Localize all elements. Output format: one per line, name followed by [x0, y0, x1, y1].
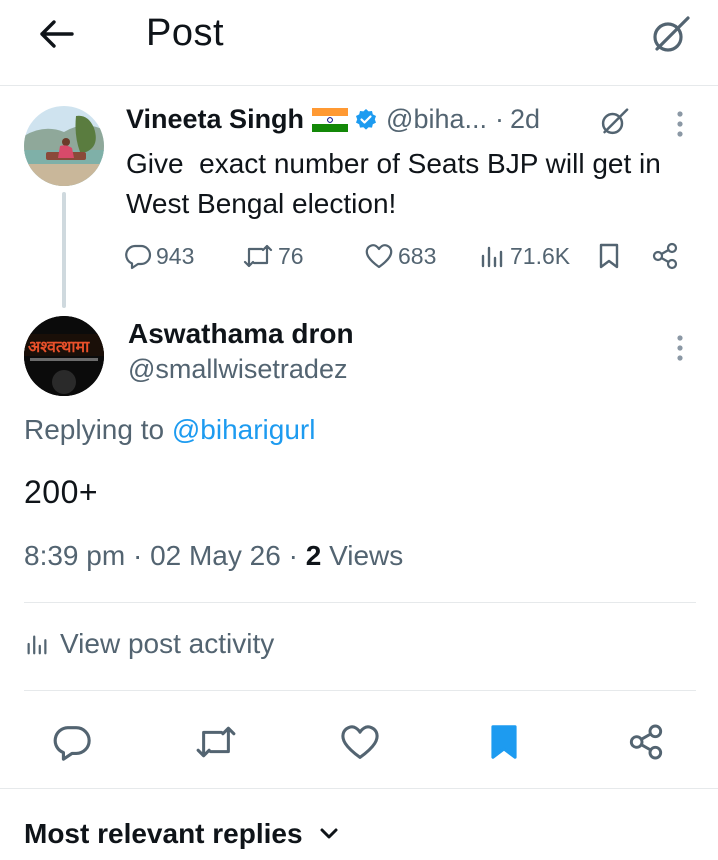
- reply-icon: [125, 244, 152, 270]
- avatar[interactable]: अश्वत्थामा: [24, 316, 104, 396]
- repost-icon: [243, 244, 273, 268]
- share-action[interactable]: [650, 236, 680, 276]
- separator-dot: ·: [132, 540, 151, 571]
- repost-button[interactable]: [190, 716, 242, 768]
- replying-to-link[interactable]: @biharigurl: [172, 414, 316, 445]
- more-button[interactable]: [670, 330, 690, 366]
- more-button[interactable]: [670, 106, 690, 142]
- divider: [0, 788, 718, 789]
- share-button[interactable]: [620, 716, 672, 768]
- top-bar: [0, 0, 718, 86]
- view-post-activity-label: View post activity: [60, 628, 275, 659]
- verified-badge-icon: [354, 108, 378, 132]
- like-action[interactable]: 683: [364, 236, 436, 276]
- avatar[interactable]: [24, 106, 104, 186]
- grok-button[interactable]: [644, 10, 696, 60]
- avatar-image: [24, 106, 104, 186]
- divider: [24, 602, 696, 603]
- grok-button[interactable]: [596, 105, 632, 139]
- repost-count: 76: [278, 242, 304, 269]
- post-time[interactable]: 8:39 pm: [24, 540, 125, 571]
- bookmark-button[interactable]: [478, 716, 530, 768]
- post-date[interactable]: 02 May 26: [150, 540, 281, 571]
- author-handle[interactable]: @smallwisetradez: [128, 354, 347, 385]
- views-icon: [27, 635, 47, 655]
- grok-icon: [653, 16, 690, 52]
- heart-icon: [365, 244, 393, 269]
- views-icon: [481, 246, 503, 268]
- views-label: Views: [329, 540, 404, 571]
- author-name[interactable]: Aswathama dron: [128, 318, 354, 350]
- chevron-down-icon: [319, 827, 339, 841]
- reply-action[interactable]: 943: [124, 236, 194, 276]
- repost-icon: [196, 726, 236, 758]
- like-count: 683: [398, 242, 437, 269]
- avatar-image: अश्वत्थामा: [24, 316, 104, 396]
- bookmark-icon: [599, 243, 619, 269]
- reply-post-actions: [0, 712, 718, 772]
- page-title: Post: [146, 12, 225, 54]
- repost-action[interactable]: 76: [242, 236, 304, 276]
- post-metadata: 8:39 pm · 02 May 26 · 2 Views: [24, 540, 403, 572]
- separator-dot: ·: [288, 540, 306, 571]
- back-button[interactable]: [30, 14, 82, 54]
- author-name[interactable]: Vineeta Singh: [126, 104, 304, 135]
- separator-dot: ·: [495, 104, 505, 134]
- views-count: 2: [305, 540, 322, 571]
- share-icon: [629, 724, 663, 760]
- replies-sort-dropdown[interactable]: Most relevant replies: [24, 818, 339, 850]
- author-handle[interactable]: @biha...: [386, 104, 487, 135]
- parent-post-header: Vineeta Singh @biha... · 2d: [126, 104, 540, 135]
- thread-line: [62, 192, 66, 308]
- arrow-left-icon: [40, 20, 74, 48]
- parent-post-text: Give exact number of Seats BJP will get …: [126, 148, 669, 219]
- reply-post-text: 200+: [24, 474, 99, 510]
- reply-icon: [53, 726, 91, 761]
- india-flag-icon: [312, 107, 349, 132]
- bookmark-icon: [491, 725, 517, 759]
- view-post-activity[interactable]: View post activity: [24, 628, 274, 660]
- replying-to: Replying to @biharigurl: [24, 414, 315, 446]
- like-button[interactable]: [334, 716, 386, 768]
- bookmark-action[interactable]: [596, 236, 622, 276]
- parent-post-actions: 943 76 683 71.6K: [124, 236, 692, 276]
- reply-count: 943: [156, 242, 195, 269]
- divider: [24, 690, 696, 691]
- more-vertical-icon: [677, 335, 683, 361]
- grok-icon: [601, 108, 629, 135]
- post-time[interactable]: 2d: [510, 104, 540, 135]
- replying-to-prefix: Replying to: [24, 414, 172, 445]
- share-icon: [652, 242, 678, 270]
- views-action[interactable]: 71.6K: [478, 236, 570, 276]
- heart-icon: [341, 725, 379, 759]
- svg-text:अश्वत्थामा: अश्वत्थामा: [28, 337, 90, 356]
- reply-button[interactable]: [46, 716, 98, 768]
- view-count: 71.6K: [510, 242, 571, 269]
- replies-sort-label: Most relevant replies: [24, 818, 303, 849]
- more-vertical-icon: [677, 111, 683, 137]
